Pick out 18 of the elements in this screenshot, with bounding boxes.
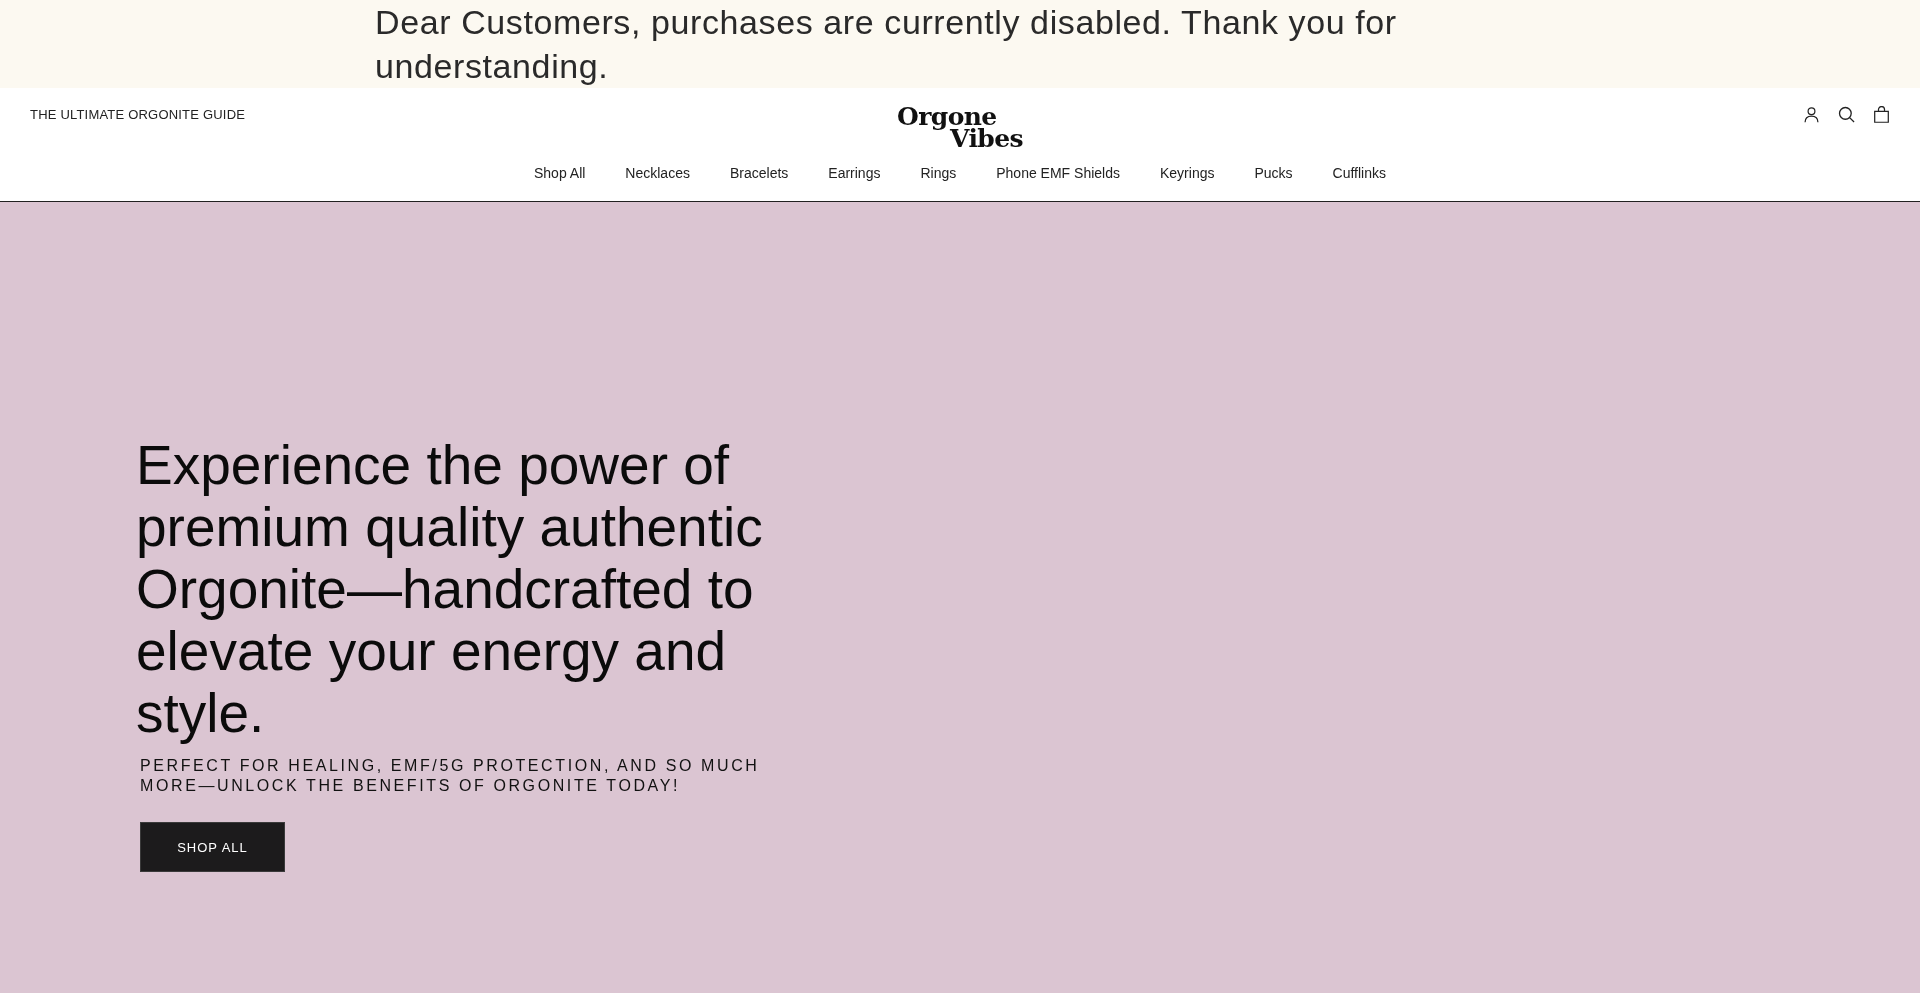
nav-link[interactable]: Cufflinks <box>1332 163 1386 183</box>
guide-link[interactable]: THE ULTIMATE ORGONITE GUIDE <box>30 106 246 124</box>
nav-link[interactable]: Phone EMF Shields <box>996 163 1120 183</box>
nav-link[interactable]: Shop All <box>534 163 586 183</box>
user-icon[interactable] <box>1803 106 1820 123</box>
search-icon[interactable] <box>1838 106 1855 123</box>
announcement-text: Dear Customers, purchases are currently disabled. Thank you for understanding. <box>375 2 1398 87</box>
hero-heading: Experience the power of premium quality authentic Orgonite—handcrafted to elevate your energy and style. <box>136 434 764 744</box>
nav-link[interactable]: Pucks <box>1254 163 1293 183</box>
hero-subheading: PERFECT FOR HEALING, EMF/5G PROTECTION, AND SO MUCH MORE—UNLOCK THE BENEFITS OF ORGONITE TODAY! <box>140 756 761 796</box>
nav-link[interactable]: Rings <box>920 163 957 183</box>
nav-link[interactable]: Bracelets <box>729 163 789 183</box>
nav-link[interactable]: Necklaces <box>625 163 690 183</box>
shopping-bag-icon[interactable] <box>1873 106 1890 123</box>
shop-all-button[interactable]: SHOP ALL <box>140 822 285 872</box>
nav-link[interactable]: Earrings <box>828 163 881 183</box>
nav-link[interactable]: Keyrings <box>1160 163 1215 183</box>
logo[interactable]: Orgone Vibes <box>897 106 1023 150</box>
